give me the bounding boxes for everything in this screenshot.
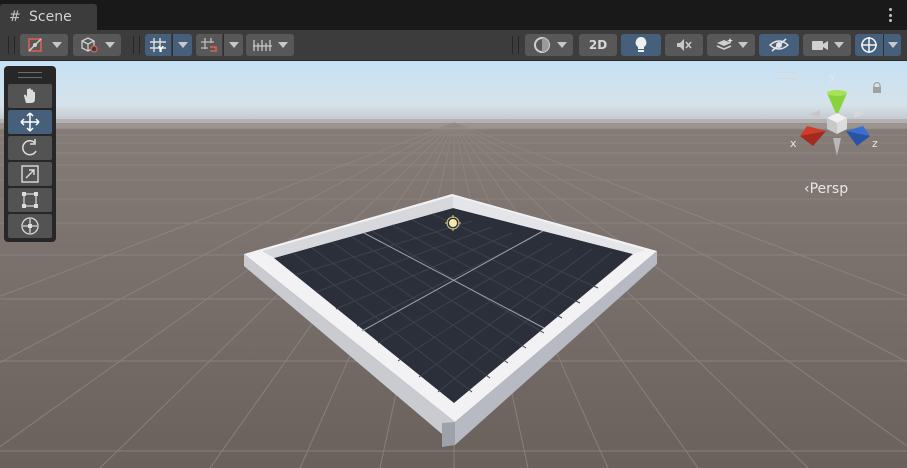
x-axis-label: x [790, 137, 797, 150]
visibility-icon [768, 38, 790, 52]
y-axis-cone[interactable] [827, 93, 847, 116]
grid-axis-dropdown[interactable] [172, 34, 192, 56]
rotate-tool-icon [22, 139, 37, 156]
move-tool-button[interactable] [8, 110, 52, 134]
gizmos-toggle-button[interactable] [855, 34, 883, 56]
2d-toggle-button[interactable]: 2D [579, 34, 617, 56]
gizmos-icon [861, 37, 877, 53]
orientation-gizmo[interactable]: y x z [780, 66, 890, 166]
scene-toolbar: Y 2D [0, 30, 907, 61]
effects-layers-icon [716, 38, 733, 50]
2d-label: 2D [588, 38, 608, 52]
chevron-down-icon [737, 42, 748, 48]
draw-mode-icon [81, 37, 98, 53]
effects-button[interactable] [707, 34, 755, 56]
z-axis-label: z [872, 137, 878, 150]
draw-mode-button[interactable] [73, 34, 121, 56]
snap-increment-icon [201, 38, 217, 52]
gizmo-tool-icon [28, 38, 42, 52]
scene-tab[interactable]: # Scene [0, 4, 97, 30]
palette-drag-handle[interactable] [18, 72, 42, 78]
scene-visibility-button[interactable] [759, 34, 799, 56]
gizmo-tool-button[interactable] [20, 34, 68, 56]
lighting-icon [635, 37, 647, 52]
hand-tool-icon [24, 88, 35, 103]
snap-increment-button[interactable] [196, 34, 222, 56]
scene-view[interactable] [0, 61, 907, 468]
toolbar-grip[interactable] [133, 36, 140, 54]
ruler-button[interactable] [246, 34, 294, 56]
y-axis-label: y [829, 70, 836, 83]
chevron-down-icon [228, 42, 239, 48]
grid-snap-button[interactable]: Y [145, 34, 171, 56]
grid-snap-icon: Y [150, 38, 166, 53]
shading-sphere-icon [533, 37, 550, 53]
svg-text:Y: Y [157, 45, 164, 53]
ruler-icon [253, 40, 272, 51]
toolbar-grip[interactable] [8, 36, 15, 54]
transform-tool-button[interactable] [8, 214, 52, 238]
move-tool-icon [20, 112, 40, 132]
scene-viewport[interactable] [0, 61, 907, 468]
toolbar-grip[interactable] [512, 36, 519, 54]
camera-icon [812, 41, 828, 50]
rect-tool-button[interactable] [8, 188, 52, 212]
scale-tool-icon [21, 165, 39, 183]
hand-tool-button[interactable] [8, 84, 52, 108]
audio-mute-icon [677, 39, 692, 51]
gizmos-dropdown[interactable] [883, 34, 901, 56]
chevron-down-icon [177, 42, 188, 48]
scene-tab-label: Scene [29, 9, 72, 25]
audio-toggle-button[interactable] [665, 34, 703, 56]
chevron-down-icon [556, 42, 567, 48]
tab-bar: # Scene [0, 0, 907, 30]
transform-tool-icon [21, 217, 39, 235]
more-options-icon[interactable] [889, 8, 893, 22]
rect-tool-icon [22, 192, 38, 208]
scale-tool-button[interactable] [8, 162, 52, 186]
lighting-toggle-button[interactable] [621, 34, 661, 56]
shading-mode-button[interactable] [525, 34, 573, 56]
camera-button[interactable] [803, 34, 851, 56]
scene-hash-icon: # [9, 9, 21, 25]
snap-dropdown[interactable] [223, 34, 243, 56]
chevron-down-icon [278, 42, 288, 48]
tool-palette [4, 66, 56, 242]
chevron-down-icon [105, 42, 115, 48]
chevron-down-icon [834, 42, 844, 48]
chevron-down-icon [887, 42, 898, 48]
chevron-down-icon [52, 42, 62, 48]
projection-toggle[interactable]: ‹Persp [804, 181, 848, 197]
rotate-tool-button[interactable] [8, 136, 52, 160]
